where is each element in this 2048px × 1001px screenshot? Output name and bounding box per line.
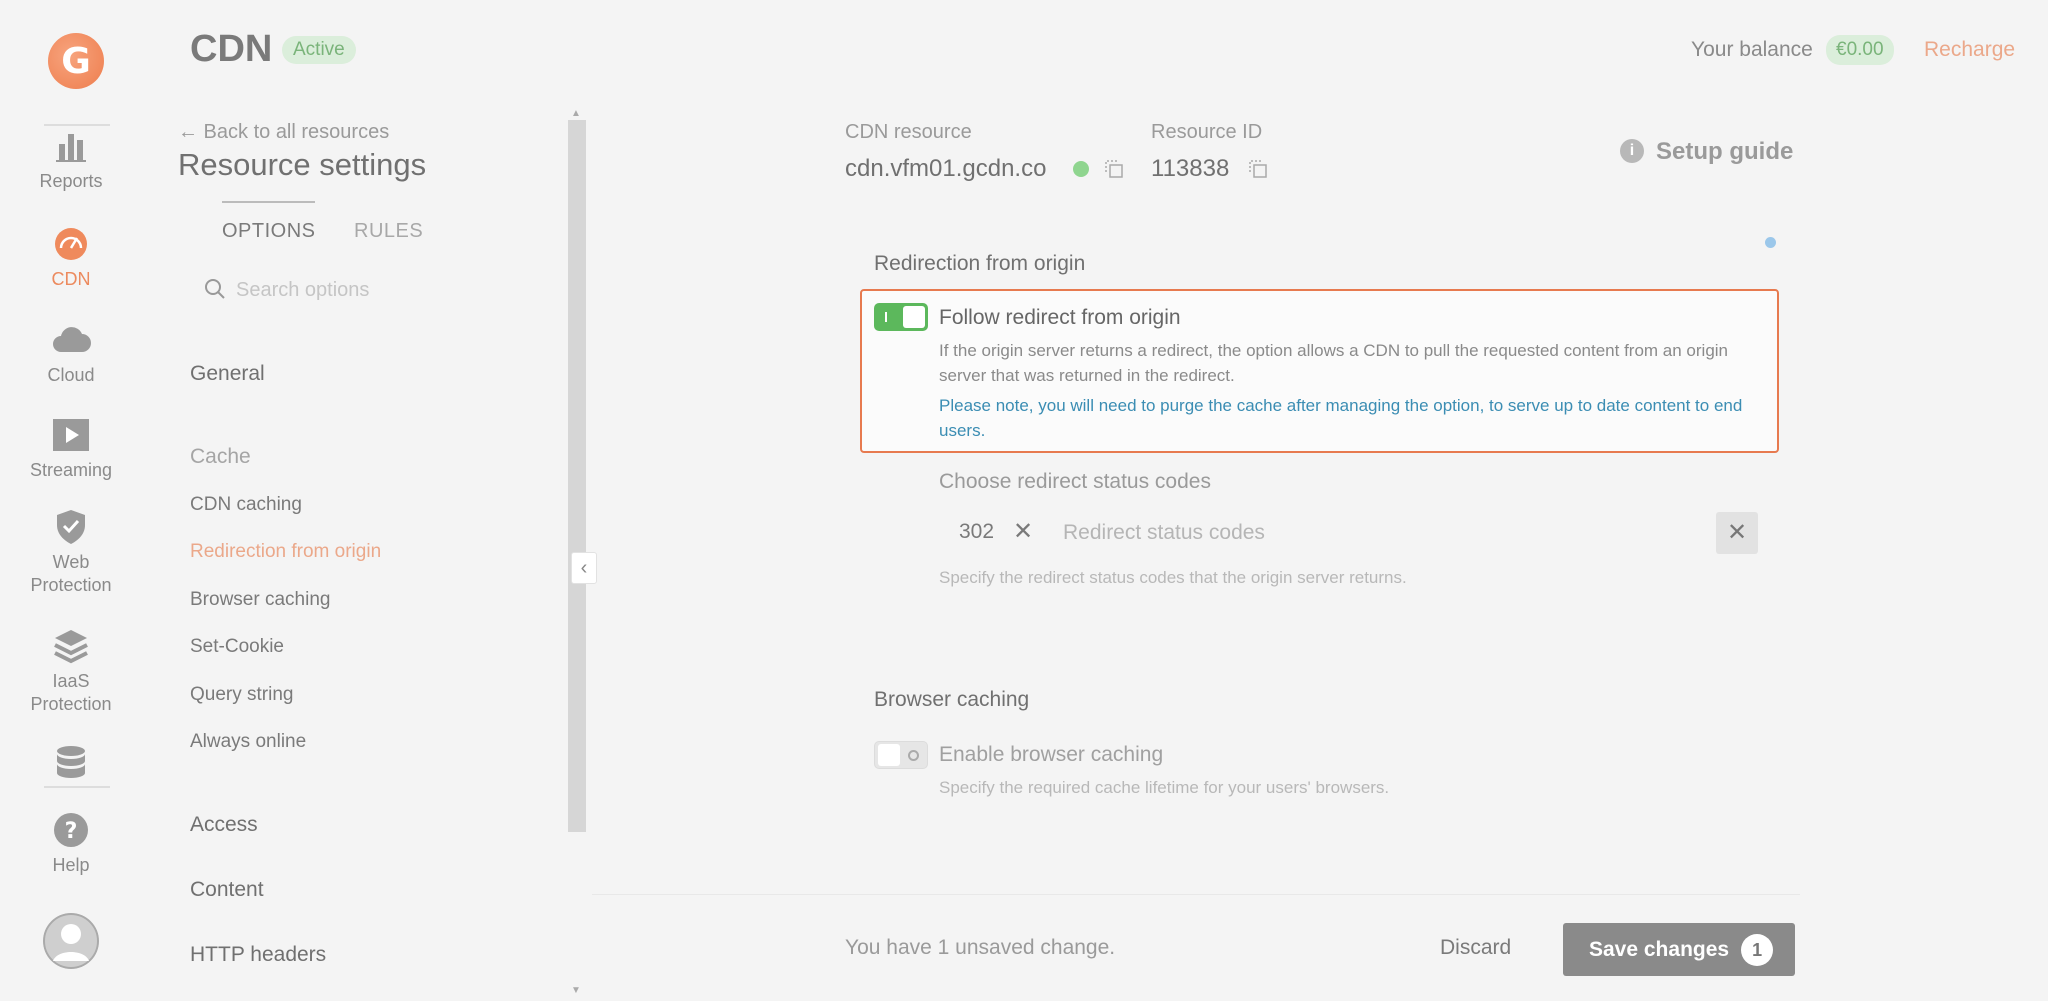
rail-divider bbox=[44, 124, 110, 126]
copy-icon[interactable] bbox=[1105, 160, 1123, 178]
shield-icon bbox=[57, 510, 85, 544]
rail-label: Protection bbox=[30, 694, 112, 714]
cdn-resource-value: cdn.vfm01.gcdn.co bbox=[845, 155, 1047, 182]
unsaved-changes-text: You have 1 unsaved change. bbox=[845, 936, 1116, 959]
gcore-logo-icon[interactable]: G bbox=[48, 33, 104, 89]
rail-label: Web bbox=[52, 552, 90, 572]
resource-status-dot bbox=[1073, 161, 1089, 177]
redirect-codes-hint: Specify the redirect status codes that t… bbox=[939, 568, 1407, 587]
section-title-redirection: Redirection from origin bbox=[874, 252, 1086, 275]
database-icon bbox=[57, 746, 85, 778]
rail-item-cloud[interactable]: Cloud bbox=[0, 322, 142, 387]
sidebar-item-query-string[interactable]: Query string bbox=[190, 684, 293, 706]
active-tab-indicator bbox=[222, 201, 315, 203]
footer-divider bbox=[592, 894, 1800, 895]
rail-item-cdn[interactable]: CDN bbox=[0, 226, 142, 291]
user-avatar-icon[interactable] bbox=[43, 913, 99, 969]
rail-divider bbox=[44, 786, 110, 788]
clear-codes-button[interactable]: ✕ bbox=[1716, 512, 1758, 554]
scroll-down-arrow[interactable]: ▼ bbox=[571, 985, 581, 996]
resource-settings-title: Resource settings bbox=[178, 147, 427, 182]
svg-text:?: ? bbox=[65, 819, 78, 844]
chevron-left-icon: ‹ bbox=[580, 556, 588, 579]
bar-chart-icon bbox=[56, 134, 86, 162]
rail-label: Cloud bbox=[47, 365, 95, 385]
speedometer-icon bbox=[55, 228, 87, 260]
setup-guide-link[interactable]: Setup guide bbox=[1656, 138, 1793, 166]
rail-item-streaming[interactable]: Streaming bbox=[0, 417, 142, 482]
search-options-input[interactable] bbox=[236, 275, 536, 305]
cdn-resource-label: CDN resource bbox=[845, 121, 972, 143]
browser-caching-toggle[interactable] bbox=[874, 741, 928, 769]
rail-item-iaas-protection[interactable]: IaaS Protection bbox=[0, 628, 142, 716]
redirect-codes-field[interactable]: 302 ✕ bbox=[939, 511, 1759, 555]
remove-chip-icon[interactable]: ✕ bbox=[1013, 517, 1033, 546]
browser-caching-description: Specify the required cache lifetime for … bbox=[939, 778, 1390, 797]
rail-label: Reports bbox=[39, 171, 103, 191]
rail-label: IaaS bbox=[52, 671, 90, 691]
tab-rules[interactable]: RULES bbox=[354, 220, 423, 243]
sidebar-item-set-cookie[interactable]: Set-Cookie bbox=[190, 636, 284, 658]
group-http-headers[interactable]: HTTP headers bbox=[190, 943, 326, 967]
sidebar-item-redirection-from-origin[interactable]: Redirection from origin bbox=[190, 541, 381, 563]
rail-label: CDN bbox=[51, 269, 91, 289]
redirect-codes-input[interactable] bbox=[1063, 518, 1563, 548]
group-content[interactable]: Content bbox=[190, 878, 264, 902]
recharge-link[interactable]: Recharge bbox=[1924, 38, 2015, 62]
status-code-chip: 302 bbox=[959, 520, 995, 543]
section-title-browser-caching: Browser caching bbox=[874, 688, 1030, 711]
purge-cache-note: Please note, you will need to purge the … bbox=[939, 396, 1743, 440]
resource-id-label: Resource ID bbox=[1151, 121, 1263, 143]
collapse-sidebar-button[interactable]: ‹ bbox=[571, 552, 597, 584]
sidebar-item-always-online[interactable]: Always online bbox=[190, 731, 306, 753]
save-changes-button[interactable]: Save changes 1 bbox=[1563, 923, 1795, 976]
notification-dot bbox=[1765, 237, 1776, 248]
unsaved-count-badge: 1 bbox=[1741, 933, 1774, 966]
group-access[interactable]: Access bbox=[190, 813, 258, 837]
layers-icon bbox=[54, 630, 88, 664]
balance-value: €0.00 bbox=[1826, 35, 1894, 65]
close-icon: ✕ bbox=[1726, 519, 1748, 546]
page-title: CDN bbox=[190, 28, 273, 70]
redirect-codes-label: Choose redirect status codes bbox=[939, 470, 1211, 493]
option-title-browser-caching: Enable browser caching bbox=[939, 743, 1164, 766]
rail-label: Streaming bbox=[29, 460, 113, 480]
rail-label: Help bbox=[52, 855, 90, 875]
discard-button[interactable]: Discard bbox=[1440, 936, 1511, 960]
nav-rail: G Reports CDN Cloud Streaming Web Protec… bbox=[0, 0, 142, 1001]
cloud-icon bbox=[53, 327, 91, 352]
rail-label: Protection bbox=[30, 575, 112, 595]
balance-label: Your balance bbox=[1691, 38, 1813, 61]
copy-icon[interactable] bbox=[1249, 160, 1267, 178]
rail-item-help[interactable]: ? Help bbox=[0, 812, 142, 877]
option-title-follow-redirect: Follow redirect from origin bbox=[939, 306, 1181, 329]
sidebar-item-browser-caching[interactable]: Browser caching bbox=[190, 589, 330, 611]
rail-item-reports[interactable]: Reports bbox=[0, 128, 142, 193]
tab-options[interactable]: OPTIONS bbox=[222, 220, 316, 243]
help-icon: ? bbox=[54, 813, 88, 847]
resource-id-value: 113838 bbox=[1151, 155, 1230, 182]
play-icon bbox=[53, 419, 89, 451]
rail-item-storage[interactable] bbox=[0, 745, 142, 787]
search-icon bbox=[205, 279, 225, 299]
scroll-up-arrow[interactable]: ▲ bbox=[571, 108, 581, 119]
rail-item-web-protection[interactable]: Web Protection bbox=[0, 509, 142, 597]
follow-redirect-toggle[interactable] bbox=[874, 303, 928, 331]
sidebar-item-cdn-caching[interactable]: CDN caching bbox=[190, 494, 302, 516]
save-label: Save changes bbox=[1589, 937, 1730, 961]
status-badge: Active bbox=[282, 36, 356, 64]
sidebar-scrollbar[interactable] bbox=[568, 120, 586, 832]
info-icon: i bbox=[1620, 139, 1644, 163]
option-description: If the origin server returns a redirect,… bbox=[939, 341, 1729, 385]
group-cache: Cache bbox=[190, 445, 251, 468]
back-to-resources-link[interactable]: ← Back to all resources bbox=[178, 121, 389, 144]
group-general[interactable]: General bbox=[190, 362, 265, 386]
